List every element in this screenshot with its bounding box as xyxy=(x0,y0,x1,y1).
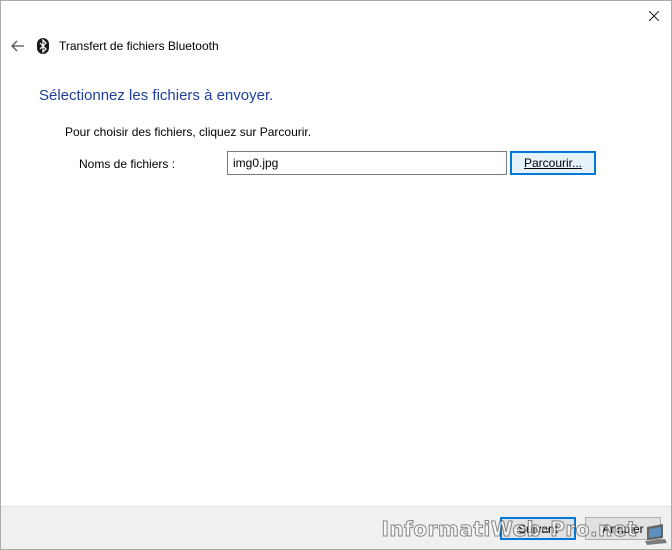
bluetooth-icon xyxy=(37,37,53,55)
close-icon xyxy=(649,11,659,21)
page-heading: Sélectionnez les fichiers à envoyer. xyxy=(39,87,274,104)
browse-button[interactable]: Parcourir... xyxy=(510,151,596,175)
watermark-logo-icon xyxy=(645,524,667,545)
cancel-button-label: Annuler xyxy=(602,521,644,536)
next-button[interactable]: Suivant xyxy=(500,517,576,540)
file-names-input[interactable] xyxy=(227,151,507,175)
back-button[interactable] xyxy=(3,31,33,61)
wizard-footer: Suivant Annuler xyxy=(1,506,671,549)
file-names-label: Noms de fichiers : xyxy=(79,157,176,171)
window-title: Transfert de fichiers Bluetooth xyxy=(59,39,219,53)
close-button[interactable] xyxy=(637,1,671,31)
browse-button-label: Parcourir... xyxy=(523,156,583,170)
back-arrow-icon xyxy=(11,40,24,52)
instruction-text: Pour choisir des fichiers, cliquez sur P… xyxy=(65,125,312,139)
next-button-label: Suivant xyxy=(517,521,559,536)
bluetooth-transfer-window: Transfert de fichiers Bluetooth Sélectio… xyxy=(0,0,672,550)
wizard-header: Transfert de fichiers Bluetooth xyxy=(1,31,671,61)
